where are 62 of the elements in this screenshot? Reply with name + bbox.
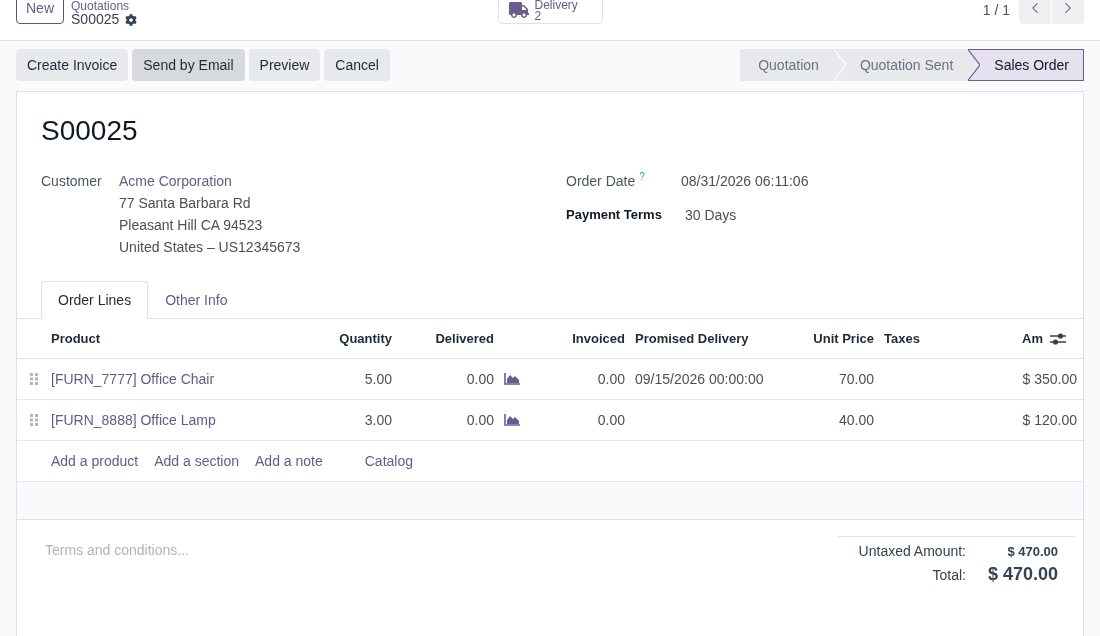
total-value: $ 470.00 — [1006, 543, 1058, 559]
area-chart-icon[interactable] — [504, 414, 520, 426]
field-value: 30 Days — [684, 206, 738, 225]
action-button[interactable]: Create Invoice — [16, 49, 129, 81]
status-step[interactable]: Quotation Sent — [833, 49, 969, 81]
column-header[interactable]: Unit Price — [800, 331, 879, 346]
add-line-link[interactable]: Add a note — [255, 453, 323, 469]
pager-value: 1 / 1 — [982, 2, 1010, 18]
total-value: $ 470.00 — [986, 564, 1058, 585]
step-chevron-icon — [833, 49, 846, 81]
drag-handle-icon[interactable] — [29, 414, 38, 426]
total-label: Total: — [931, 566, 966, 583]
record-name: S00025 — [71, 12, 120, 27]
truck-icon — [508, 0, 529, 20]
terms-field[interactable]: Terms and conditions... — [45, 539, 645, 561]
field-value: 08/31/2026 06:11:06 — [681, 172, 810, 191]
new-button[interactable]: New — [16, 0, 64, 24]
table-cell-text: $ 120.00 — [1021, 412, 1078, 428]
field-label: Order Date — [566, 172, 636, 191]
tab[interactable]: Order Lines — [41, 281, 149, 319]
table-cell-text: 5.00 — [363, 371, 393, 387]
column-header[interactable]: Invoiced — [530, 331, 630, 346]
column-header[interactable]: Am — [1022, 331, 1043, 346]
column-header[interactable]: Product — [46, 331, 302, 346]
action-button[interactable]: Preview — [248, 49, 321, 81]
table-cell: 0.00 — [466, 412, 494, 428]
product-link[interactable]: [FURN_8888] Office Lamp — [46, 412, 302, 428]
gear-icon[interactable] — [125, 13, 138, 26]
address-line: United States – US12345673 — [119, 238, 302, 257]
total-label: Untaxed Amount: — [857, 543, 966, 559]
drag-handle-icon[interactable] — [29, 373, 38, 385]
delivery-button[interactable]: Delivery 2 — [497, 0, 603, 24]
table-cell: 0.00 — [466, 371, 494, 387]
table-cell-text: 70.00 — [837, 371, 875, 387]
tab[interactable]: Other Info — [148, 281, 245, 319]
column-header[interactable]: Quantity — [302, 331, 397, 346]
add-line-link[interactable]: Add a product — [51, 453, 139, 469]
address-line: 77 Santa Barbara Rd — [119, 194, 252, 213]
status-step[interactable]: Quotation — [740, 49, 834, 81]
area-chart-icon[interactable] — [504, 373, 520, 385]
action-button[interactable]: Cancel — [324, 49, 390, 81]
field-label: Customer — [41, 172, 103, 191]
add-line-link[interactable]: Catalog — [364, 453, 413, 469]
column-header[interactable]: Taxes — [879, 331, 960, 346]
table-cell-text: 0.00 — [596, 371, 626, 387]
add-line-link[interactable]: Add a section — [154, 453, 239, 469]
column-header[interactable]: Promised Delivery — [630, 331, 800, 346]
table-cell-text: 3.00 — [363, 412, 393, 428]
breadcrumb-link[interactable]: Quotations — [71, 0, 138, 12]
table-cell-text: 40.00 — [837, 412, 875, 428]
sliders-icon[interactable] — [1050, 331, 1066, 346]
record-title: S00025 — [40, 114, 139, 148]
table-cell-text: 0.00 — [596, 412, 626, 428]
table-cell-text: 09/15/2026 00:00:00 — [634, 371, 765, 387]
status-step[interactable]: Sales Order — [968, 49, 1084, 81]
address-line: Pleasant Hill CA 94523 — [119, 216, 264, 235]
product-link[interactable]: [FURN_7777] Office Chair — [46, 371, 302, 387]
column-header[interactable]: Delivered — [397, 331, 530, 346]
customer-link[interactable]: Acme Corporation — [119, 170, 566, 192]
table-cell-text: $ 350.00 — [1021, 371, 1078, 387]
action-button[interactable]: Send by Email — [132, 49, 245, 81]
field-label: Payment Terms — [566, 206, 662, 224]
